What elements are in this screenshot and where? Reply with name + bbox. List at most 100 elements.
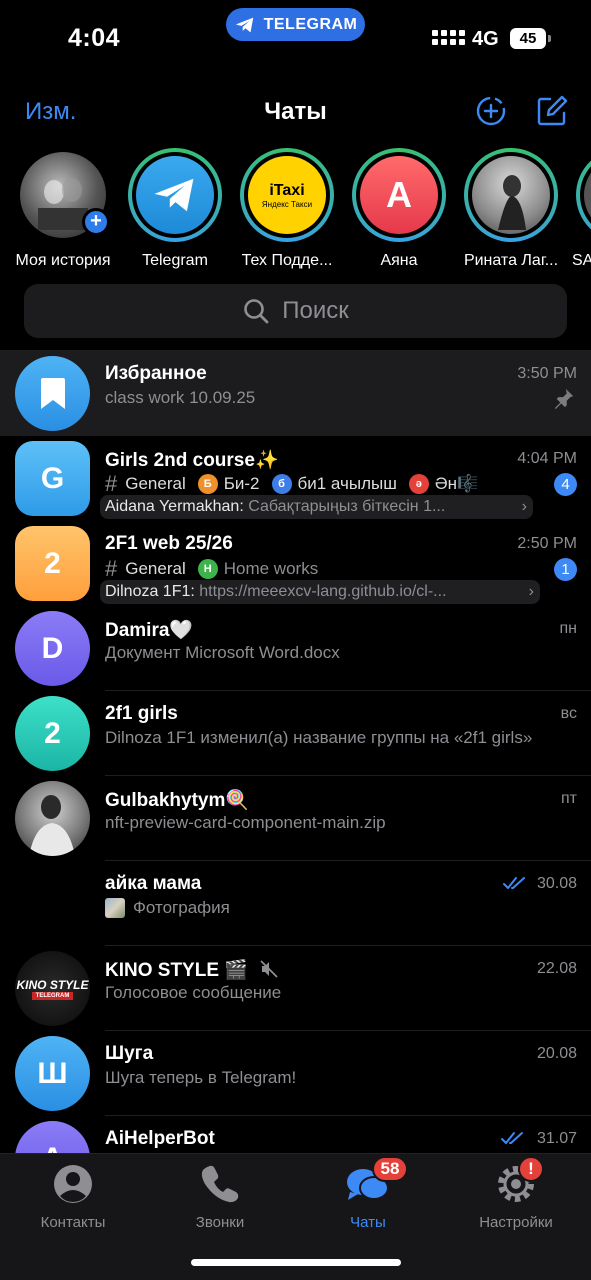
chat-time: 3:50 PM — [517, 365, 577, 382]
chat-name: Damira🤍 — [105, 620, 194, 641]
telegram-pill[interactable]: TELEGRAM — [226, 8, 365, 41]
chat-row-kino-style[interactable]: KINO STYLE TELEGRAM KINO STYLE 🎬 22.08 Г… — [0, 946, 591, 1031]
topic-icon: Н — [197, 559, 218, 579]
avatar-initial: 2 — [44, 546, 61, 580]
muted-icon — [260, 960, 278, 978]
chevron-right-icon: › — [521, 498, 527, 515]
chat-time: вс — [560, 705, 577, 722]
topic-last-message[interactable]: Dilnoza 1F1: https://meeexcv-lang.github… — [100, 580, 540, 604]
tab-chats[interactable]: 58 Чаты — [298, 1156, 438, 1231]
chat-row-2f1-web[interactable]: 2 2F1 web 25/26 2:50 PM # General Н Home… — [0, 521, 591, 606]
chat-name: айка мама — [105, 873, 202, 894]
tab-label: Контакты — [40, 1214, 106, 1231]
avatar-initial: Ш — [37, 1056, 68, 1090]
tab-calls[interactable]: Звонки — [150, 1162, 290, 1231]
story-my[interactable]: + Моя история — [8, 148, 118, 270]
chat-name: Избранное — [105, 363, 207, 384]
search-placeholder: Поиск — [282, 297, 349, 324]
topic-icon: ә — [408, 474, 429, 494]
sender-name: Aidana Yermakhan: — [105, 498, 244, 515]
signal-icon — [432, 30, 465, 45]
bookmark-icon — [40, 377, 65, 409]
avatar — [472, 156, 550, 234]
avatar: iTaxi Яндекс Такси — [248, 156, 326, 234]
avatar: G — [15, 441, 90, 516]
unread-badge: 1 — [554, 558, 577, 581]
chat-preview-row: Фотография — [105, 898, 577, 918]
telegram-pill-label: TELEGRAM — [263, 15, 358, 33]
chat-preview: Голосовое сообщение — [105, 983, 282, 1002]
avatar — [15, 356, 90, 431]
new-story-icon[interactable] — [474, 94, 508, 128]
hash-icon: # — [105, 471, 118, 496]
avatar: KINO STYLE TELEGRAM — [15, 951, 90, 1026]
avatar: D — [15, 611, 90, 686]
story-sa[interactable]: SA — [568, 148, 591, 270]
battery-icon: 45 — [510, 28, 551, 49]
clock: 4:04 — [68, 24, 121, 52]
hash-icon: # — [105, 556, 118, 581]
person-icon — [54, 1165, 92, 1203]
topic-list: # General Б Би-2 б би1 ачылыш ә Ән🎼 — [105, 471, 551, 497]
kino-style-logo-sub: TELEGRAM — [31, 991, 74, 1000]
tab-label: Настройки — [479, 1214, 553, 1231]
topic-name: Home works — [223, 559, 319, 578]
chat-row-saved[interactable]: Избранное 3:50 PM class work 10.09.25 — [0, 351, 591, 436]
avatar-initial: D — [41, 631, 64, 665]
topic-name: Ән🎼 — [434, 474, 479, 493]
topic-name: General — [125, 559, 186, 578]
chat-preview: https://meeexcv-lang.github.io/cl-... — [199, 583, 447, 600]
chevron-right-icon: › — [528, 583, 534, 600]
search-icon — [244, 299, 269, 324]
edit-button[interactable]: Изм. — [25, 98, 76, 126]
add-story-icon[interactable]: + — [82, 208, 110, 236]
topic-name: Би-2 — [223, 474, 260, 493]
chat-row-shuga[interactable]: Ш Шуга 20.08 Шуга теперь в Telegram! — [0, 1031, 591, 1116]
chat-preview: Dilnoza 1F1 изменил(а) название группы н… — [105, 728, 533, 747]
tab-contacts[interactable]: Контакты — [3, 1162, 143, 1231]
chat-time: пт — [561, 790, 577, 807]
story-telegram[interactable]: Telegram — [120, 148, 230, 270]
kino-style-logo: KINO STYLE — [16, 977, 89, 992]
chat-preview: Фотография — [133, 898, 230, 917]
network-type: 4G — [472, 28, 499, 50]
chat-preview: Шуга теперь в Telegram! — [105, 1068, 297, 1087]
chat-row-2f1-girls[interactable]: 2 2f1 girls вс Dilnoza 1F1 изменил(а) на… — [0, 691, 591, 776]
avatar — [584, 156, 591, 234]
topic-list: # General Н Home works — [105, 556, 551, 582]
story-label: SA — [572, 252, 591, 269]
avatar — [136, 156, 214, 234]
tab-settings[interactable]: ! Настройки — [446, 1156, 586, 1231]
story-label: Telegram — [142, 252, 208, 269]
compose-icon[interactable] — [535, 94, 569, 128]
topic-icon: б — [271, 474, 292, 494]
story-label: Рината Лаг... — [463, 252, 559, 269]
story-support[interactable]: iTaxi Яндекс Такси Тех Подде... — [232, 148, 342, 270]
chat-row-girls-2nd-course[interactable]: G Girls 2nd course✨ 4:04 PM # General Б … — [0, 436, 591, 521]
chat-preview: Сабақтарыңыз біткесін 1... — [248, 498, 446, 515]
chat-name: AiHelperBot — [105, 1128, 215, 1149]
chat-name: KINO STYLE 🎬 — [105, 958, 279, 982]
avatar: Ш — [15, 1036, 90, 1111]
story-ayana[interactable]: А Аяна — [344, 148, 454, 270]
chat-row-damira[interactable]: D Damira🤍 пн Документ Microsoft Word.doc… — [0, 606, 591, 691]
chat-row-aika-mama[interactable]: айка мама 30.08 Фотография — [0, 861, 591, 946]
chat-name: Gulbakhytym🍭 — [105, 790, 250, 811]
sender-name: Dilnoza 1F1: — [105, 583, 195, 600]
avatar — [15, 781, 90, 856]
home-indicator[interactable] — [191, 1259, 401, 1266]
search-bar[interactable]: Поиск — [24, 284, 567, 338]
topic-name: General — [125, 474, 186, 493]
story-rinata[interactable]: Рината Лаг... — [456, 148, 566, 270]
avatar — [15, 866, 90, 941]
topic-last-message[interactable]: Aidana Yermakhan: Сабақтарыңыз біткесін … — [100, 495, 533, 519]
phone-icon — [201, 1165, 239, 1203]
status-bar: 4:04 TELEGRAM 4G 45 — [0, 0, 591, 80]
chat-row-gulbakhytym[interactable]: Gulbakhytym🍭 пт nft-preview-card-compone… — [0, 776, 591, 861]
avatar: 2 — [15, 696, 90, 771]
chat-time: 30.08 — [536, 875, 577, 892]
telegram-icon — [154, 178, 194, 212]
avatar: 2 — [15, 526, 90, 601]
chat-time: 22.08 — [536, 960, 577, 977]
story-label: Тех Подде... — [241, 252, 333, 269]
